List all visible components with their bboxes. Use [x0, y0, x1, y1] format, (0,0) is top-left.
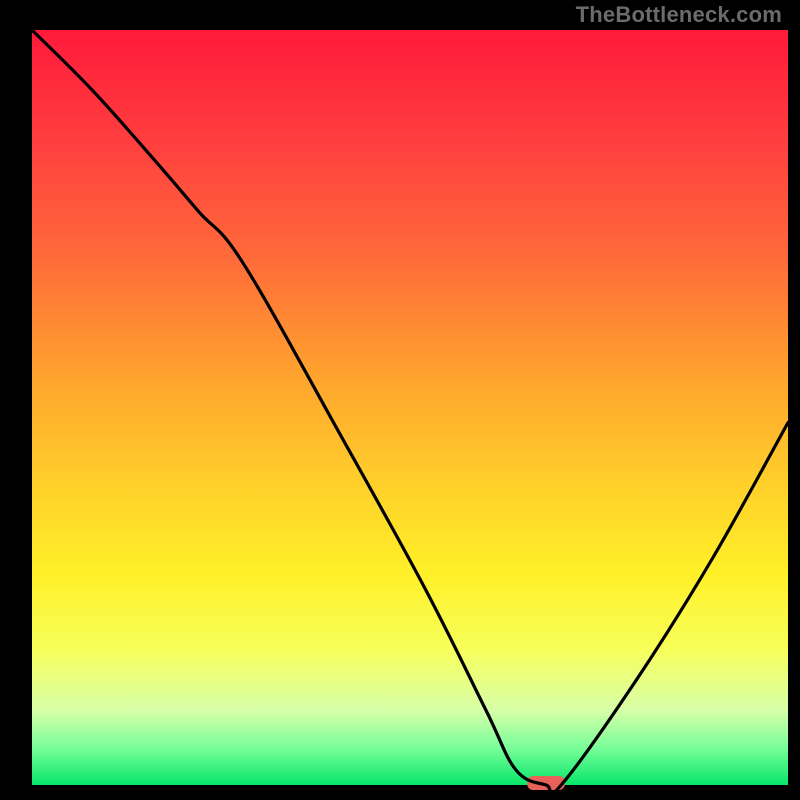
chart-plot — [0, 0, 800, 800]
watermark-label: TheBottleneck.com — [576, 2, 782, 28]
chart-container: TheBottleneck.com — [0, 0, 800, 800]
plot-background — [32, 30, 788, 785]
